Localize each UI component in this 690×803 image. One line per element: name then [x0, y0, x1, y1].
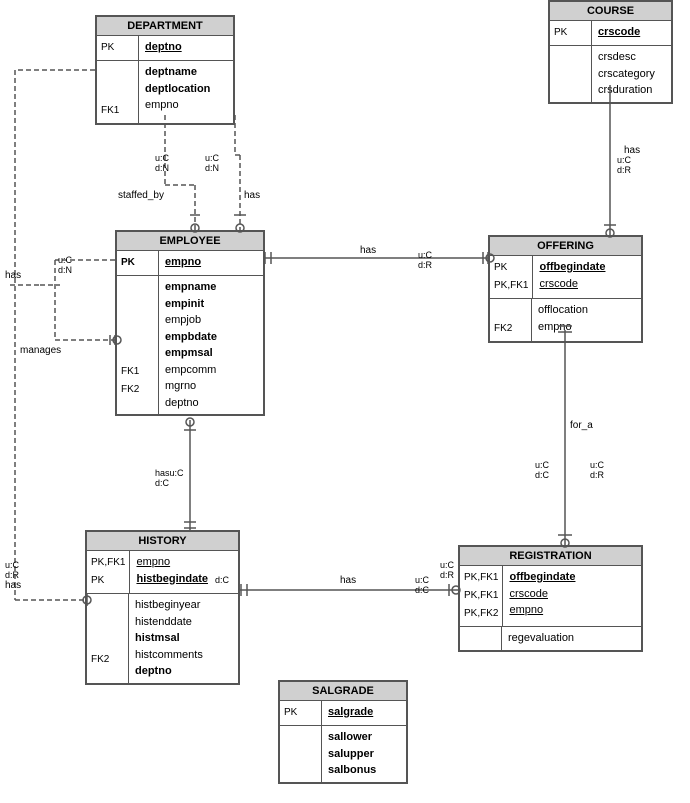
dept-field-deptlocation: deptlocation: [145, 81, 227, 98]
label-uc-dr-reg: u:Cd:R: [440, 560, 454, 580]
emp-field-empinit: empinit: [165, 296, 257, 313]
label-uc-dn-emp-left: u:Cd:N: [58, 255, 72, 275]
off-pkfk1-label: PK,FK1: [494, 277, 528, 295]
emp-field-empmsal: empmsal: [165, 345, 257, 362]
hist-field-empno: empno: [136, 554, 232, 571]
entity-history: HISTORY PK,FK1 PK empno histbegindate FK…: [85, 530, 240, 685]
label-for-a: for_a: [570, 420, 593, 431]
entity-registration-title: REGISTRATION: [460, 547, 641, 566]
label-uc-dc-hist-reg: u:Cd:C: [415, 575, 429, 595]
entity-offering: OFFERING PK PK,FK1 offbegindate crscode …: [488, 235, 643, 343]
course-field-crsduration: crsduration: [598, 82, 665, 99]
entity-department-title: DEPARTMENT: [97, 17, 233, 36]
entity-course: COURSE PK crscode crsdesc crscategory cr…: [548, 0, 673, 104]
emp-field-empbdate: empbdate: [165, 329, 257, 346]
reg-pkfk1a-label: PK,FK1: [464, 569, 498, 587]
hist-field-histmsal: histmsal: [135, 630, 232, 647]
hist-field-histbeginyear: histbeginyear: [135, 597, 232, 614]
emp-field-empcomm: empcomm: [165, 362, 257, 379]
sal-field-salupper: salupper: [328, 746, 400, 763]
dept-field-empno: empno: [145, 97, 227, 114]
off-field-offlocation: offlocation: [538, 302, 635, 319]
reg-field-regevaluation: regevaluation: [508, 630, 635, 647]
label-has-hist-reg: has: [340, 575, 356, 586]
reg-field-crscode: crscode: [509, 586, 635, 603]
emp-fk2-label: FK2: [121, 381, 154, 399]
off-field-crscode: crscode: [539, 276, 635, 293]
entity-employee: EMPLOYEE PK empno FK1 FK2 empname empini…: [115, 230, 265, 416]
entity-history-title: HISTORY: [87, 532, 238, 551]
emp-pk-label: PK: [121, 254, 154, 272]
label-dc-hist: d:C: [215, 575, 229, 585]
entity-department: DEPARTMENT PK deptno FK1 deptname deptlo…: [95, 15, 235, 125]
dept-field-deptno: deptno: [145, 39, 227, 56]
hist-pkfk1-label: PK,FK1: [91, 554, 125, 572]
entity-registration: REGISTRATION PK,FK1 PK,FK1 PK,FK2 offbeg…: [458, 545, 643, 652]
dept-field-deptname: deptname: [145, 64, 227, 81]
hist-field-histenddate: histenddate: [135, 614, 232, 631]
label-uc-dr-dept: u:Cd:R: [5, 560, 19, 580]
emp-field-deptno: deptno: [165, 395, 257, 412]
label-hasu-emp-hist: hasu:Cd:C: [155, 468, 184, 488]
sal-field-salgrade: salgrade: [328, 704, 400, 721]
reg-pkfk2-label: PK,FK2: [464, 605, 498, 623]
label-staffed-by: staffed_by: [118, 190, 164, 201]
course-field-crscategory: crscategory: [598, 66, 665, 83]
entity-course-title: COURSE: [550, 2, 671, 21]
entity-salgrade: SALGRADE PK salgrade sallower salupper s…: [278, 680, 408, 784]
label-uc-dr-course: u:Cd:R: [617, 155, 631, 175]
sal-field-sallower: sallower: [328, 729, 400, 746]
label-uc-dr-off: u:Cd:R: [418, 250, 432, 270]
label-has-dept-hist: has: [5, 580, 21, 591]
label-uc-dn-2: u:Cd:N: [205, 153, 219, 173]
emp-field-empjob: empjob: [165, 312, 257, 329]
dept-fk1-label: FK1: [101, 102, 134, 120]
entity-employee-title: EMPLOYEE: [117, 232, 263, 251]
course-field-crsdesc: crsdesc: [598, 49, 665, 66]
emp-field-empname: empname: [165, 279, 257, 296]
entity-salgrade-title: SALGRADE: [280, 682, 406, 701]
off-field-offbegindate: offbegindate: [539, 259, 635, 276]
dept-pk-label: PK: [101, 39, 134, 57]
sal-field-salbonus: salbonus: [328, 762, 400, 779]
label-has-dept: has: [244, 190, 260, 201]
reg-field-offbegindate: offbegindate: [509, 569, 635, 586]
reg-field-empno: empno: [509, 602, 635, 619]
label-uc-dn-1: u:Cd:N: [155, 153, 169, 173]
off-field-empno: empno: [538, 319, 635, 336]
erd-diagram: DEPARTMENT PK deptno FK1 deptname deptlo…: [0, 0, 690, 803]
label-manages: manages: [20, 345, 61, 356]
hist-fk2-label: FK2: [91, 651, 124, 669]
emp-field-empno: empno: [165, 254, 257, 271]
reg-pkfk1b-label: PK,FK1: [464, 587, 498, 605]
hist-pk-label: PK: [91, 572, 125, 590]
hist-field-histcomments: histcomments: [135, 647, 232, 664]
label-uc-dr-off-reg: u:Cd:R: [590, 460, 604, 480]
label-has-emp-off: has: [360, 245, 376, 256]
off-pk-label: PK: [494, 259, 528, 277]
entity-offering-title: OFFERING: [490, 237, 641, 256]
label-has-left: has: [5, 270, 21, 281]
emp-fk1-label: FK1: [121, 363, 154, 381]
course-pk-label: PK: [554, 24, 587, 42]
label-uc-dc-off-reg: u:Cd:C: [535, 460, 549, 480]
emp-field-mgrno: mgrno: [165, 378, 257, 395]
sal-pk-label: PK: [284, 704, 317, 722]
course-field-crscode: crscode: [598, 24, 665, 41]
hist-field-deptno: deptno: [135, 663, 232, 680]
off-fk2-label: FK2: [494, 320, 527, 338]
